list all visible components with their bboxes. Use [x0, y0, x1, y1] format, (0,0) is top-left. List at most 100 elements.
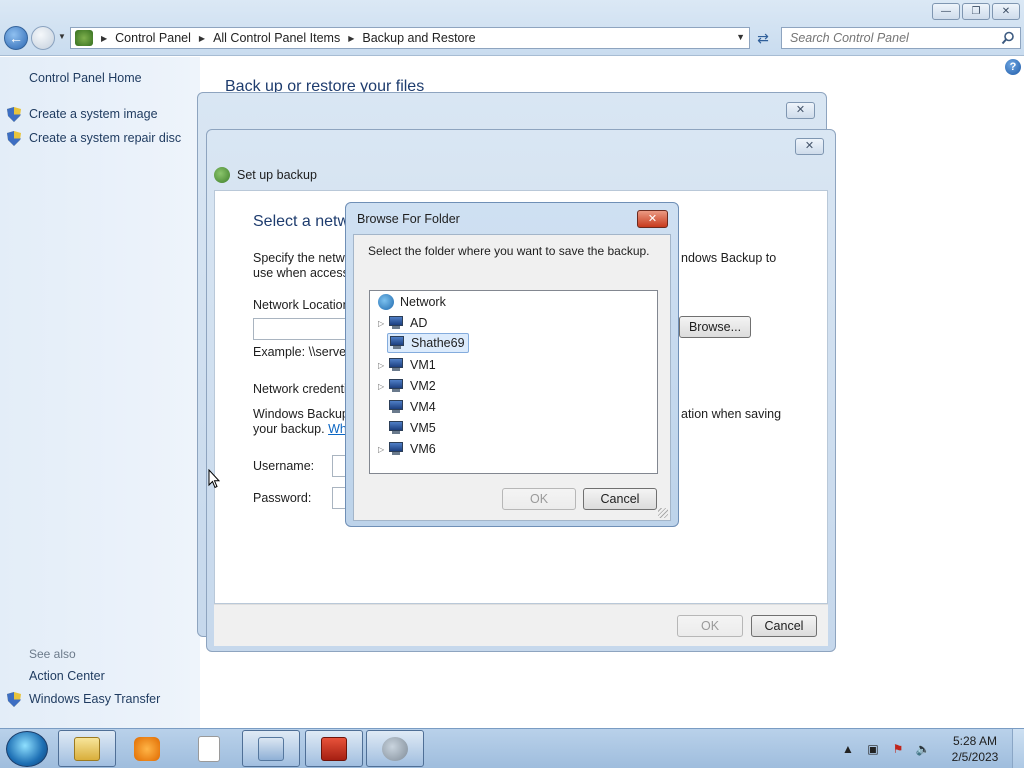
- action-center-flag-icon[interactable]: ⚑: [890, 741, 906, 757]
- taskbar-notepad[interactable]: [180, 730, 238, 767]
- address-bar[interactable]: ▶ Control Panel ▶ All Control Panel Item…: [70, 27, 750, 49]
- wizard-footer: OK Cancel: [214, 604, 828, 646]
- specify-text-line1: Specify the netwo: [253, 251, 352, 265]
- backup-icon: [382, 736, 408, 761]
- tree-item-label: VM6: [410, 442, 436, 456]
- system-tray: ▲ ▣ ⚑ 🔈: [840, 729, 931, 768]
- tree-item-label: VM2: [410, 379, 436, 393]
- minimize-button[interactable]: —: [932, 3, 960, 20]
- wizard-heading: Select a netwo: [253, 213, 358, 230]
- chevron-right-icon[interactable]: ▶: [348, 34, 354, 43]
- cancel-button[interactable]: Cancel: [583, 488, 657, 510]
- tree-item-vm1[interactable]: VM1: [388, 355, 436, 375]
- easy-transfer-link[interactable]: Windows Easy Transfer: [29, 692, 160, 706]
- clock-time: 5:28 AM: [952, 734, 998, 748]
- mouse-cursor-icon: [208, 469, 220, 489]
- credentials-text: your backup.: [253, 422, 325, 436]
- tree-item-label: VM5: [410, 421, 436, 435]
- breadcrumb-backup-restore[interactable]: Backup and Restore: [362, 31, 475, 45]
- start-button[interactable]: [6, 731, 48, 767]
- network-location-input[interactable]: [253, 318, 347, 340]
- create-system-image-link[interactable]: Create a system image: [29, 107, 158, 121]
- tree-item-vm6[interactable]: VM6: [388, 439, 436, 459]
- network-tray-icon[interactable]: ▣: [865, 741, 881, 757]
- taskbar-backup[interactable]: [366, 730, 424, 767]
- browse-button[interactable]: Browse...: [679, 316, 751, 338]
- notepad-icon: [198, 735, 220, 762]
- computer-icon: [389, 336, 405, 350]
- restore-button[interactable]: ❐: [962, 3, 990, 20]
- credentials-text-line1: Windows Backup: [253, 407, 349, 421]
- media-player-icon: [134, 736, 160, 761]
- left-nav-pane: Control Panel Home Create a system image…: [0, 57, 200, 728]
- username-label: Username:: [253, 459, 315, 473]
- taskbar-media-player[interactable]: [118, 730, 176, 767]
- search-icon[interactable]: [1001, 31, 1015, 45]
- clock-date: 2/5/2023: [951, 750, 999, 764]
- close-icon[interactable]: ✕: [786, 102, 815, 119]
- taskbar-toolbox[interactable]: [305, 730, 363, 767]
- create-repair-disc-link[interactable]: Create a system repair disc: [29, 131, 181, 145]
- show-hidden-icons-icon[interactable]: ▲: [840, 741, 856, 757]
- expand-arrow-icon[interactable]: ▷: [378, 319, 384, 328]
- recent-pages-dropdown[interactable]: ▼: [58, 32, 68, 41]
- address-dropdown-icon[interactable]: ▼: [736, 32, 745, 42]
- specify-text-line1-right: ndows Backup to: [681, 251, 777, 265]
- taskbar-explorer[interactable]: [58, 730, 116, 767]
- help-icon[interactable]: ?: [1005, 59, 1021, 75]
- search-input[interactable]: [790, 31, 990, 45]
- shield-icon: [7, 131, 21, 146]
- tree-item-ad[interactable]: AD: [388, 313, 427, 333]
- folder-tree[interactable]: Network ▷ AD Shathe69 ▷ VM1 ▷ VM2 VM4 VM…: [369, 290, 658, 474]
- search-box[interactable]: [781, 27, 1021, 49]
- ok-button[interactable]: OK: [677, 615, 743, 637]
- cancel-button[interactable]: Cancel: [751, 615, 817, 637]
- ok-button[interactable]: OK: [502, 488, 576, 510]
- show-desktop-button[interactable]: [1012, 729, 1024, 768]
- resize-grip-icon[interactable]: [658, 508, 668, 518]
- breadcrumb-control-panel[interactable]: Control Panel: [115, 31, 191, 45]
- computer-icon: [388, 358, 404, 372]
- back-button[interactable]: ←: [4, 26, 28, 50]
- network-location-label: Network Location: [253, 298, 350, 312]
- chevron-right-icon[interactable]: ▶: [101, 34, 107, 43]
- network-icon: [378, 294, 394, 310]
- refresh-icon[interactable]: ⇄: [752, 27, 774, 49]
- expand-arrow-icon[interactable]: ▷: [378, 382, 384, 391]
- chevron-right-icon[interactable]: ▶: [199, 34, 205, 43]
- tree-item-label: Shathe69: [411, 336, 465, 350]
- password-label: Password:: [253, 491, 312, 505]
- computer-icon: [388, 400, 404, 414]
- computer-icon: [388, 442, 404, 456]
- shield-icon: [7, 107, 21, 122]
- volume-icon[interactable]: 🔈: [915, 741, 931, 757]
- clock[interactable]: 5:28 AM 2/5/2023: [940, 733, 1010, 765]
- close-button[interactable]: ✕: [992, 3, 1020, 20]
- credentials-text-line1-right: ation when saving: [681, 407, 782, 421]
- tree-item-network[interactable]: Network: [378, 292, 446, 312]
- taskbar-control-panel[interactable]: [242, 730, 300, 767]
- tree-item-vm4[interactable]: VM4: [388, 397, 436, 417]
- close-icon[interactable]: ✕: [637, 210, 668, 228]
- computer-icon: [388, 379, 404, 393]
- control-panel-icon: [75, 30, 93, 46]
- dialog-title: Browse For Folder: [357, 212, 460, 226]
- tree-item-shathe69[interactable]: Shathe69: [387, 333, 469, 353]
- browse-for-folder-dialog: Browse For Folder ✕ Select the folder wh…: [345, 202, 679, 527]
- tree-item-vm2[interactable]: VM2: [388, 376, 436, 396]
- expand-arrow-icon[interactable]: ▷: [378, 361, 384, 370]
- control-panel-home-link[interactable]: Control Panel Home: [29, 71, 142, 85]
- taskbar: ▲ ▣ ⚑ 🔈 5:28 AM 2/5/2023: [0, 728, 1024, 768]
- action-center-link[interactable]: Action Center: [29, 669, 105, 683]
- tree-item-label: AD: [410, 316, 428, 330]
- specify-text-line2: use when accessin: [253, 266, 359, 280]
- tree-item-vm5[interactable]: VM5: [388, 418, 436, 438]
- forward-button[interactable]: [31, 26, 55, 50]
- caption-buttons: — ❐ ✕: [932, 3, 1020, 20]
- credentials-label: Network credentia: [253, 382, 354, 396]
- expand-arrow-icon[interactable]: ▷: [378, 445, 384, 454]
- close-icon[interactable]: ✕: [795, 138, 824, 155]
- breadcrumb-all-items[interactable]: All Control Panel Items: [213, 31, 340, 45]
- credentials-text-line2: your backup. Whi: [253, 422, 350, 436]
- tree-item-label: VM4: [410, 400, 436, 414]
